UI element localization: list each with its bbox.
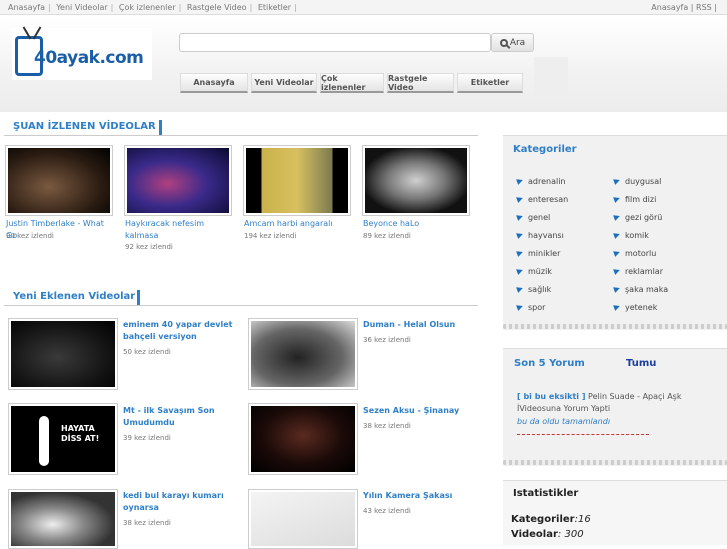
logo-text: 40ayak.com: [34, 48, 144, 68]
video-title[interactable]: Sezen Aksu - Şinanay: [363, 405, 473, 417]
video-title[interactable]: Duman - Helal Olsun: [363, 319, 473, 331]
view-count: 50 kez izlendi: [123, 348, 171, 356]
category-link[interactable]: gezi görü: [614, 213, 662, 222]
category-link[interactable]: minikler: [517, 249, 560, 258]
video-title[interactable]: Haykıracak nefesim kalmasa: [125, 218, 225, 242]
video-title[interactable]: Amcam harbi angaralı: [244, 218, 354, 230]
view-count: 38 kez izlendi: [363, 422, 411, 430]
stat-videos: Videolar: 300: [511, 529, 584, 540]
view-count: 36 kez izlendi: [363, 336, 411, 344]
view-count: 43 kez izlendi: [363, 507, 411, 515]
search-button[interactable]: Ara: [491, 33, 534, 52]
search-input[interactable]: [179, 33, 491, 52]
category-link[interactable]: genel: [517, 213, 550, 222]
comment-entry: [ bi bu eksikti ] Pelin Suade - Apaçi Aş…: [517, 391, 697, 415]
search-button-label: Ara: [509, 37, 526, 48]
video-thumb[interactable]: [248, 403, 358, 475]
video-title[interactable]: Beyonce haLo: [363, 218, 473, 230]
category-link[interactable]: duygusal: [614, 177, 661, 186]
category-link[interactable]: hayvansı: [517, 231, 564, 240]
category-link[interactable]: reklamlar: [614, 267, 663, 276]
view-count: 89 kez izlendi: [363, 232, 411, 240]
nav-random[interactable]: Rastgele Video: [387, 73, 454, 93]
video-title[interactable]: eminem 40 yapar devlet bahçeli versiyon: [123, 319, 233, 343]
video-thumb[interactable]: [248, 489, 358, 549]
main-nav: Anasayfa Yeni Videolar Çok izlenenler Ra…: [180, 73, 523, 93]
top-link-popular[interactable]: Çok izlenenler: [119, 3, 176, 12]
top-links: Anasayfa | Yeni Videolar | Çok izlenenler |…: [8, 3, 297, 12]
nav-tags[interactable]: Etiketler: [457, 73, 523, 93]
top-link-new[interactable]: Yeni Videolar: [56, 3, 107, 12]
video-thumb[interactable]: [362, 145, 470, 216]
site-logo[interactable]: 40ayak.com: [12, 26, 152, 80]
view-count: 38 kez izlendi: [123, 519, 171, 527]
view-count: 90 kez izlendi: [6, 232, 54, 240]
category-link[interactable]: sağlık: [517, 285, 551, 294]
top-link-home[interactable]: Anasayfa: [8, 3, 45, 12]
video-thumb[interactable]: [5, 145, 113, 216]
video-thumb[interactable]: [243, 145, 351, 216]
comment-user[interactable]: [ bi bu eksikti ]: [517, 392, 585, 401]
top-bar: Anasayfa | Yeni Videolar | Çok izlenenler |…: [0, 0, 727, 15]
video-thumb[interactable]: [8, 489, 118, 549]
category-link[interactable]: yetenek: [614, 303, 657, 312]
top-link-random[interactable]: Rastgele Video: [187, 3, 247, 12]
video-thumb[interactable]: [248, 318, 358, 390]
view-count: 92 kez izlendi: [125, 243, 173, 251]
video-thumb[interactable]: [124, 145, 232, 216]
categories-title: Kategoriler: [513, 144, 577, 155]
nav-most-watched[interactable]: Çok izlenenler: [320, 73, 384, 93]
nav-new-videos[interactable]: Yeni Videolar: [251, 73, 317, 93]
comments-all-link[interactable]: Tumu: [626, 358, 656, 369]
top-link-tags[interactable]: Etiketler: [258, 3, 291, 12]
stats-title: Istatistikler: [513, 488, 579, 499]
category-link[interactable]: film dizi: [614, 195, 656, 204]
category-link[interactable]: şaka maka: [614, 285, 668, 294]
category-link[interactable]: motorlu: [614, 249, 656, 258]
video-thumb[interactable]: HAYATA DİSS AT!: [8, 403, 118, 475]
video-title[interactable]: Mt - ilk Savaşım Son Umudumdu: [123, 405, 233, 429]
category-link[interactable]: spor: [517, 303, 545, 312]
top-right-links[interactable]: Anasayfa | RSS |: [651, 3, 717, 12]
thumb-text: HAYATA DİSS AT!: [61, 424, 100, 443]
video-thumb[interactable]: [8, 318, 118, 390]
comment-quote: bu da oldu tamamlandı: [517, 417, 611, 426]
view-count: 194 kez izlendi: [244, 232, 297, 240]
stat-categories: Kategoriler:16: [511, 514, 591, 525]
search-icon: [499, 38, 508, 47]
watching-title: ŞUAN İZLENEN VİDEOLAR: [13, 121, 156, 132]
category-link[interactable]: enteresan: [517, 195, 568, 204]
video-title[interactable]: kedi bul karayı kumarı oynarsa: [123, 490, 233, 514]
nav-home[interactable]: Anasayfa: [180, 73, 248, 93]
category-link[interactable]: komik: [614, 231, 649, 240]
view-count: 39 kez izlendi: [123, 434, 171, 442]
comments-title: Son 5 Yorum: [514, 358, 585, 369]
recent-title: Yeni Eklenen Videolar: [13, 291, 136, 302]
category-link[interactable]: adrenalin: [517, 177, 566, 186]
video-title[interactable]: Yılın Kamera Şakası: [363, 490, 473, 502]
header-decor: [534, 57, 568, 93]
category-link[interactable]: müzik: [517, 267, 552, 276]
